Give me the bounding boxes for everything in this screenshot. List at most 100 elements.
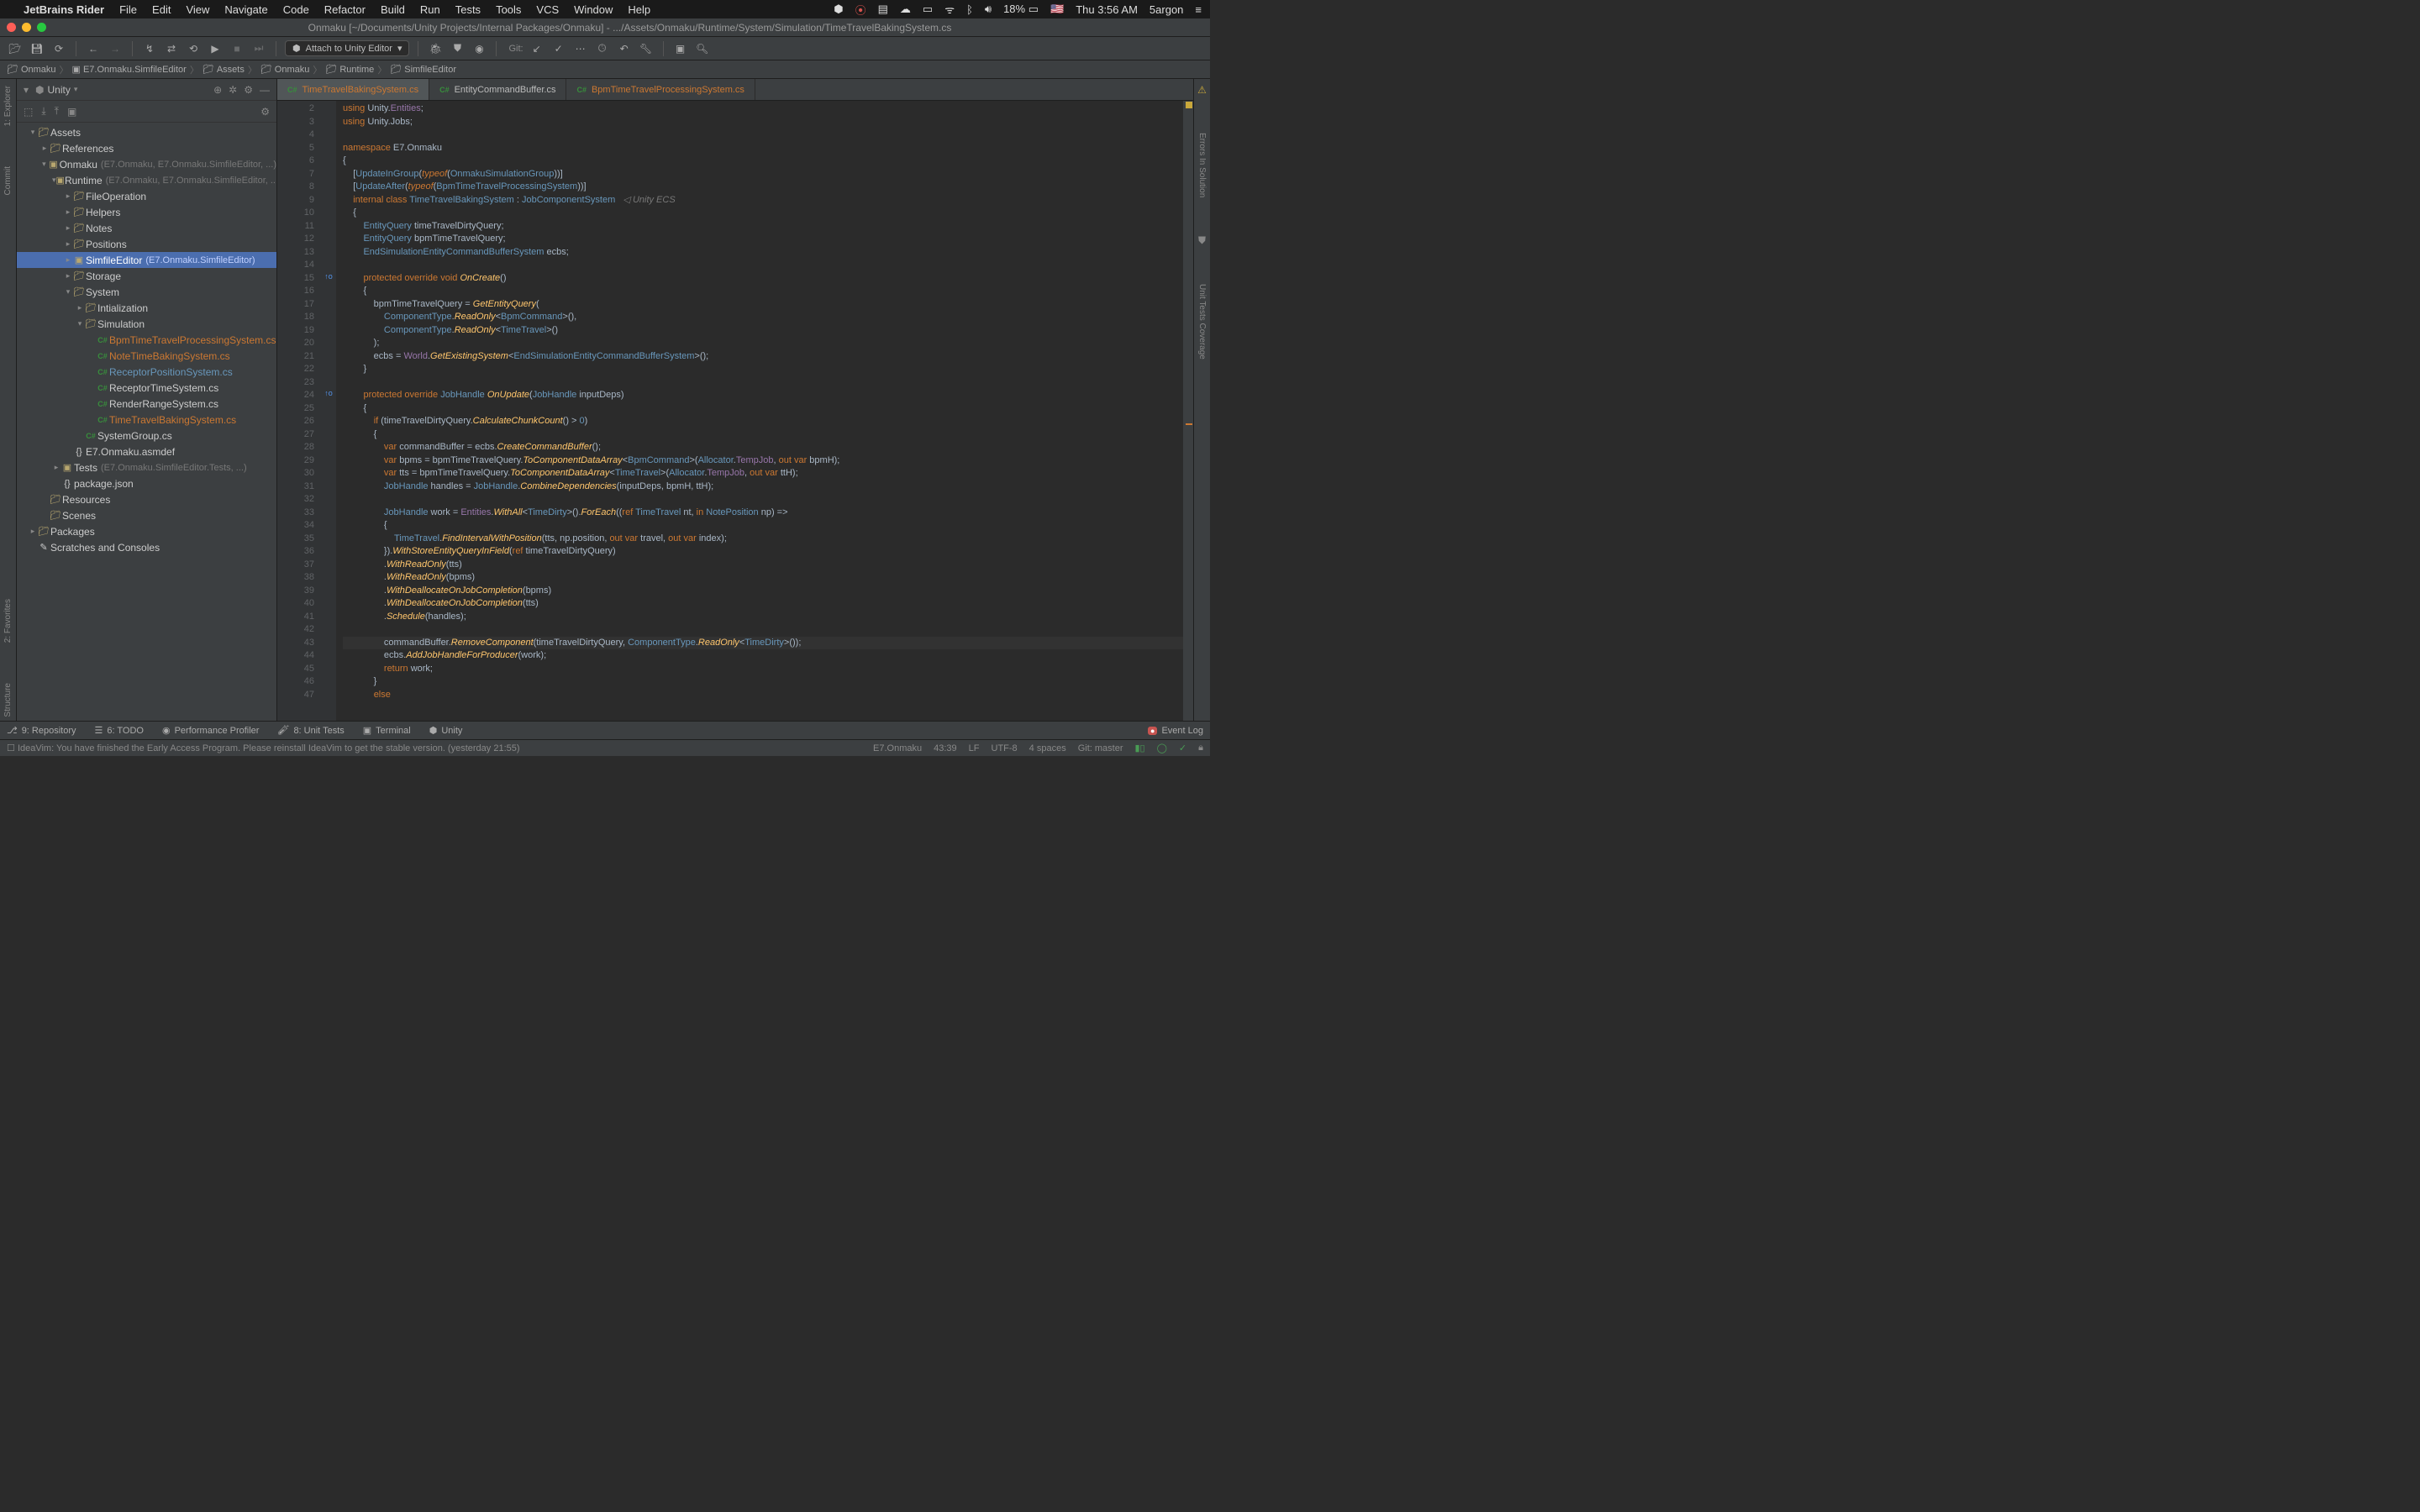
tree-item[interactable]: C#ReceptorPositionSystem.cs	[17, 364, 276, 380]
editor-gutter[interactable]: 2345678910111213141516171819202122232425…	[277, 101, 321, 721]
git-push-icon[interactable]: ⋯	[572, 40, 589, 57]
wifi-icon[interactable]: ᯤ	[944, 2, 955, 17]
status-indent[interactable]: 4 spaces	[1029, 743, 1066, 753]
show-icon[interactable]: ▣	[67, 106, 76, 118]
tree-item[interactable]: ▸📁︎Storage	[17, 268, 276, 284]
tool-profiler[interactable]: ◉ Performance Profiler	[162, 725, 259, 736]
build-solution-icon[interactable]: ⇄	[163, 40, 180, 57]
tool-tab-coverage[interactable]: Unit Tests Coverage	[1196, 281, 1208, 363]
status-encoding[interactable]: UTF-8	[992, 743, 1018, 753]
breadcrumb-item[interactable]: ▣ E7.Onmaku.SimfileEditor	[72, 64, 187, 75]
menu-code[interactable]: Code	[283, 3, 309, 16]
menu-file[interactable]: File	[119, 3, 137, 16]
user-name[interactable]: 5argon	[1150, 3, 1183, 16]
tree-item[interactable]: C#RenderRangeSystem.cs	[17, 396, 276, 412]
git-history-icon[interactable]: 🕓︎	[594, 40, 611, 57]
step-icon[interactable]: ⏭	[250, 40, 267, 57]
ideavim-icon[interactable]: ▮▯	[1135, 743, 1145, 753]
expand-icon[interactable]: ⤓	[41, 105, 45, 118]
profile-icon[interactable]: ◉	[471, 40, 487, 57]
sync-ok-icon[interactable]: ✓	[1179, 743, 1186, 753]
inspection-warning-icon[interactable]	[1186, 102, 1192, 108]
status-linesep[interactable]: LF	[969, 743, 980, 753]
inspections-ok-icon[interactable]: ◯	[1157, 743, 1167, 753]
dropbox-icon[interactable]: ▤	[878, 3, 888, 16]
editor-tab[interactable]: C#BpmTimeTravelProcessingSystem.cs	[566, 79, 755, 100]
debug-attach-icon[interactable]: ▣	[672, 40, 689, 57]
zoom-window-button[interactable]	[37, 23, 46, 32]
breadcrumb-item[interactable]: 📁︎ Onmaku	[7, 64, 56, 75]
tree-item[interactable]: ▾▣Runtime(E7.Onmaku, E7.Onmaku.SimfileEd…	[17, 172, 276, 188]
tool-tab-explorer[interactable]: 1: Explorer	[2, 82, 14, 129]
tree-item[interactable]: ▸📁︎Helpers	[17, 204, 276, 220]
tree-gear-icon[interactable]: ⚙	[260, 106, 270, 118]
unity-icon[interactable]: ⬢	[834, 3, 843, 16]
breadcrumb-item[interactable]: 📁︎ Assets	[203, 64, 245, 75]
coverage-icon[interactable]: ⛊	[449, 40, 466, 57]
tree-item[interactable]: 📁︎Resources	[17, 491, 276, 507]
menu-window[interactable]: Window	[574, 3, 613, 16]
tree-item[interactable]: ▸📁︎Packages	[17, 523, 276, 539]
coverage-icon[interactable]: ⛊	[1198, 234, 1206, 247]
git-commit-icon[interactable]: ✓	[550, 40, 567, 57]
battery-status[interactable]: 18% ▭	[1003, 3, 1039, 16]
run-icon[interactable]: ▶	[207, 40, 224, 57]
errors-icon[interactable]: ⚠	[1197, 84, 1207, 96]
menu-extras-icon[interactable]: ≡	[1195, 3, 1202, 16]
tool-event-log[interactable]: ● Event Log	[1148, 726, 1203, 736]
menu-tests[interactable]: Tests	[455, 3, 481, 16]
tree-item[interactable]: {}E7.Onmaku.asmdef	[17, 444, 276, 459]
tool-tab-commit[interactable]: Commit	[2, 163, 14, 198]
tree-item[interactable]: ▾📁︎Assets	[17, 124, 276, 140]
collapse-icon[interactable]: ⤒	[55, 105, 59, 118]
tree-item[interactable]: ▸📁︎Intialization	[17, 300, 276, 316]
status-project[interactable]: E7.Onmaku	[873, 743, 922, 753]
close-window-button[interactable]	[7, 23, 16, 32]
status-git[interactable]: Git: master	[1078, 743, 1123, 753]
menu-view[interactable]: View	[186, 3, 209, 16]
tree-item[interactable]: ▸📁︎References	[17, 140, 276, 156]
refresh-icon[interactable]: ⟳	[50, 40, 67, 57]
open-icon[interactable]: 📂︎	[7, 40, 24, 57]
scroll-indicator[interactable]	[1183, 101, 1193, 721]
volume-icon[interactable]: 🔊︎	[985, 3, 992, 16]
status-caret-pos[interactable]: 43:39	[934, 743, 957, 753]
tool-repository[interactable]: ⎇ 9: Repository	[7, 725, 76, 736]
tree-item[interactable]: ▸📁︎Positions	[17, 236, 276, 252]
tree-item[interactable]: ▾▣Onmaku(E7.Onmaku, E7.Onmaku.SimfileEdi…	[17, 156, 276, 172]
tree-settings-icon[interactable]: ✲	[229, 84, 237, 96]
scope-icon[interactable]: ⬚	[24, 106, 33, 118]
input-flag-icon[interactable]: 🇺🇸	[1050, 3, 1064, 16]
tree-item[interactable]: C#TimeTravelBakingSystem.cs	[17, 412, 276, 428]
gear-icon[interactable]: ⚙	[244, 84, 253, 96]
editor-tab[interactable]: C#EntityCommandBuffer.cs	[429, 79, 566, 100]
tree-item[interactable]: ▸▣SimfileEditor(E7.Onmaku.SimfileEditor)	[17, 252, 276, 268]
bluetooth-icon[interactable]: ᛒ	[966, 3, 973, 16]
tool-tab-errors[interactable]: Errors In Solution	[1196, 129, 1208, 201]
stop-icon[interactable]: ■	[229, 40, 245, 57]
nav-forward-icon[interactable]: →	[107, 40, 124, 57]
editor-tab[interactable]: C#TimeTravelBakingSystem.cs	[277, 79, 429, 100]
menu-refactor[interactable]: Refactor	[324, 3, 366, 16]
tool-unit-tests[interactable]: 🧪︎ 8: Unit Tests	[277, 725, 344, 736]
tool-terminal[interactable]: ▣ Terminal	[363, 725, 411, 736]
project-view-selector[interactable]: ⬢ Unity ▾	[35, 84, 77, 96]
minimize-window-button[interactable]	[22, 23, 31, 32]
tree-item[interactable]: 📁︎Scenes	[17, 507, 276, 523]
project-tree[interactable]: ▾📁︎Assets▸📁︎References▾▣Onmaku(E7.Onmaku…	[17, 123, 276, 721]
debug-icon[interactable]: 🐞︎	[427, 40, 444, 57]
tree-item[interactable]: ▸📁︎Notes	[17, 220, 276, 236]
tree-item[interactable]: ✎Scratches and Consoles	[17, 539, 276, 555]
tree-item[interactable]: C#ReceptorTimeSystem.cs	[17, 380, 276, 396]
tree-item[interactable]: ▸▣Tests(E7.Onmaku.SimfileEditor.Tests, .…	[17, 459, 276, 475]
clock[interactable]: Thu 3:56 AM	[1076, 3, 1138, 16]
settings-wrench-icon[interactable]: 🔧︎	[638, 40, 655, 57]
displays-icon[interactable]: ▭	[923, 3, 933, 16]
tree-item[interactable]: ▸📁︎FileOperation	[17, 188, 276, 204]
breadcrumb-item[interactable]: 📁︎ SimfileEditor	[390, 64, 456, 75]
hide-icon[interactable]: —	[260, 84, 270, 96]
error-stripe-mark[interactable]	[1186, 423, 1192, 425]
git-pull-icon[interactable]: ↙	[529, 40, 545, 57]
menu-vcs[interactable]: VCS	[536, 3, 559, 16]
tree-item[interactable]: {}package.json	[17, 475, 276, 491]
